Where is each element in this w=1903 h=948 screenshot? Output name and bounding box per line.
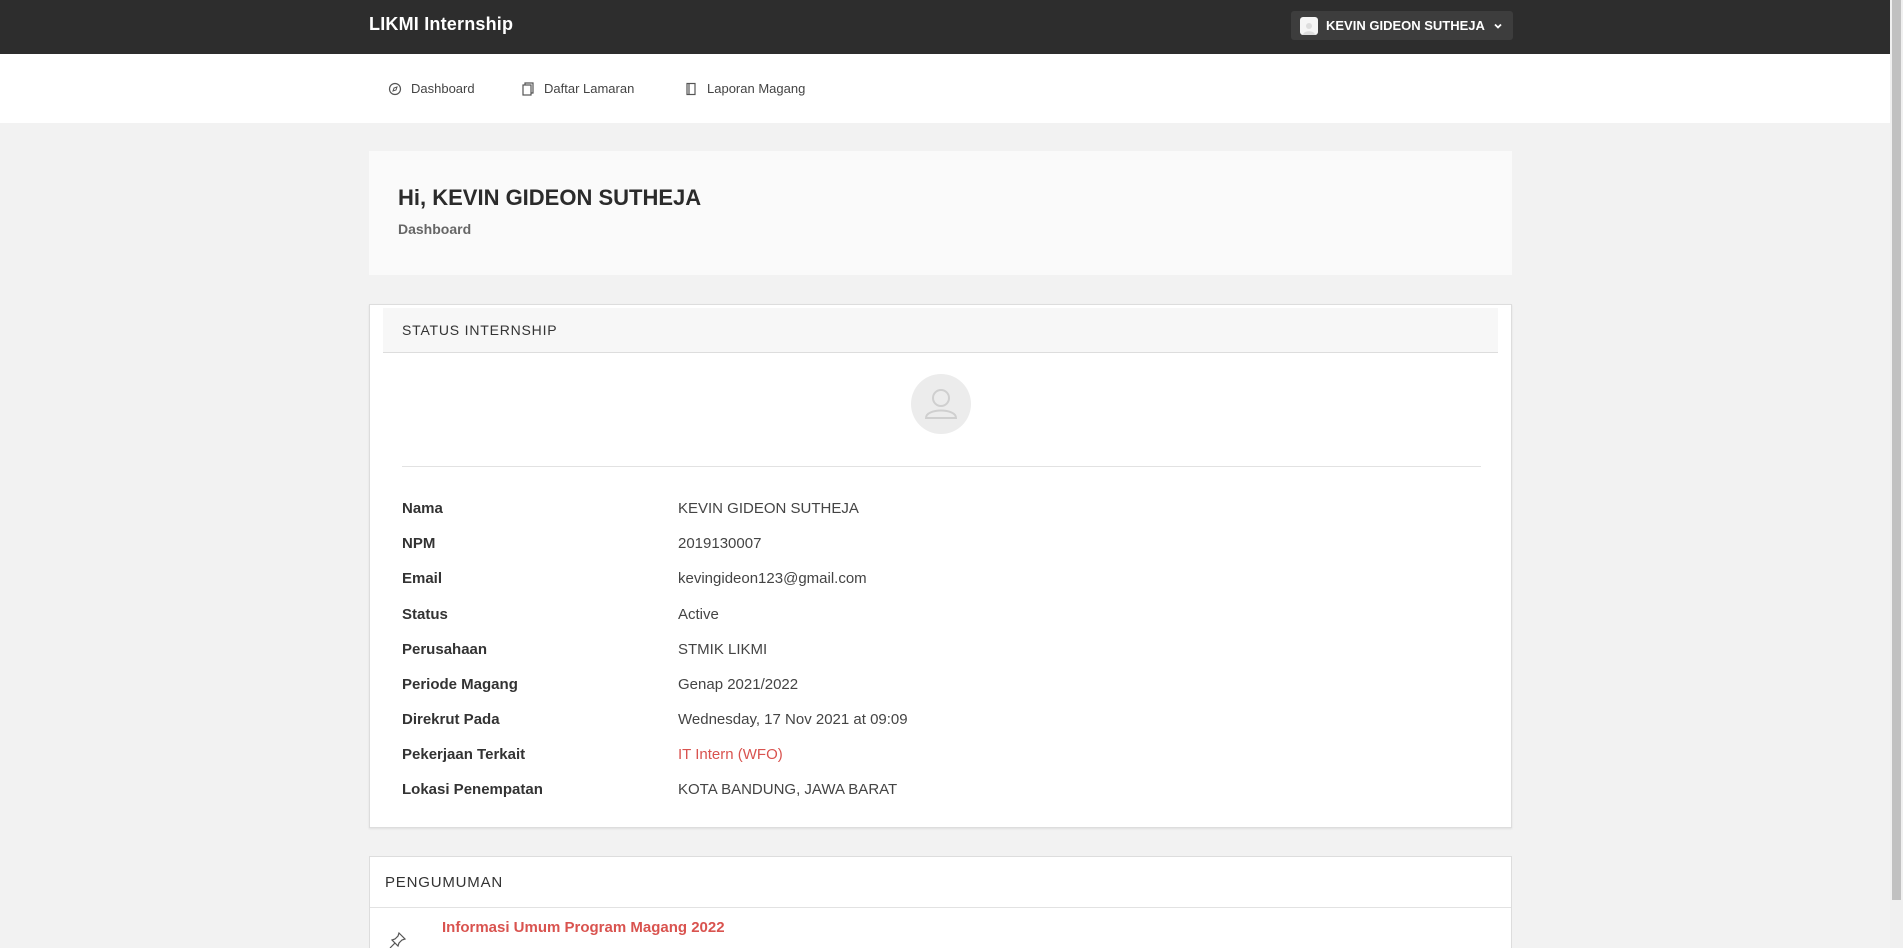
job-link[interactable]: IT Intern (WFO) [678, 746, 783, 763]
profile-avatar [911, 374, 971, 434]
field-value: Genap 2021/2022 [678, 676, 799, 693]
nav-item-dashboard[interactable]: Dashboard [388, 81, 475, 96]
field-label: Status [402, 606, 448, 623]
field-row-npm: NPM 2019130007 [402, 526, 1481, 561]
field-row-perusahaan: Perusahaan STMIK LIKMI [402, 632, 1481, 667]
field-row-status: Status Active [402, 597, 1481, 632]
welcome-header: Hi, KEVIN GIDEON SUTHEJA Dashboard [369, 151, 1512, 275]
field-label: Perusahaan [402, 641, 488, 658]
card-title: STATUS INTERNSHIP [383, 308, 1498, 353]
nav-item-label: Laporan Magang [707, 81, 806, 96]
field-value: KEVIN GIDEON SUTHEJA [678, 500, 859, 517]
compass-icon [388, 82, 402, 95]
divider [402, 466, 1481, 467]
top-bar: LIKMI Internship KEVIN GIDEON SUTHEJA [0, 0, 1890, 54]
field-label: Nama [402, 500, 443, 517]
pin-icon [389, 931, 407, 948]
field-label: NPM [402, 535, 436, 552]
field-label: Lokasi Penempatan [402, 781, 543, 798]
field-label: Direkrut Pada [402, 711, 500, 728]
nav-item-daftar-lamaran[interactable]: Daftar Lamaran [521, 81, 634, 96]
nav-item-label: Daftar Lamaran [544, 81, 635, 96]
user-avatar-icon [1300, 16, 1318, 35]
nav-item-label: Dashboard [411, 81, 475, 96]
card-title: PENGUMUMAN [370, 857, 1511, 908]
user-icon [924, 389, 958, 419]
field-value: STMIK LIKMI [678, 641, 768, 658]
page: LIKMI Internship KEVIN GIDEON SUTHEJA Da… [0, 0, 1890, 948]
field-row-pekerjaan-terkait: Pekerjaan Terkait IT Intern (WFO) [402, 737, 1481, 772]
field-row-lokasi-penempatan: Lokasi Penempatan KOTA BANDUNG, JAWA BAR… [402, 772, 1481, 807]
scrollbar-thumb[interactable] [1892, 0, 1901, 900]
field-value: Active [678, 606, 719, 623]
page-title: Hi, KEVIN GIDEON SUTHEJA [398, 185, 702, 210]
field-row-nama: Nama KEVIN GIDEON SUTHEJA [402, 491, 1481, 526]
breadcrumb: Dashboard [398, 221, 472, 237]
user-menu-button[interactable]: KEVIN GIDEON SUTHEJA [1291, 11, 1513, 40]
chevron-down-icon [1494, 23, 1502, 29]
field-value: KOTA BANDUNG, JAWA BARAT [678, 781, 898, 798]
announcements-card: PENGUMUMAN Informasi Umum Program Magang… [369, 856, 1512, 948]
brand-title[interactable]: LIKMI Internship [369, 14, 513, 35]
status-internship-card: STATUS INTERNSHIP Nama KEVIN GIDEON SUTH… [369, 304, 1512, 828]
nav-item-laporan-magang[interactable]: Laporan Magang [684, 81, 805, 96]
field-row-email: Email kevingideon123@gmail.com [402, 561, 1481, 596]
field-label: Email [402, 570, 443, 587]
user-menu-label: KEVIN GIDEON SUTHEJA [1326, 18, 1485, 33]
nav-bar: Dashboard Daftar Lamaran Laporan Magang [0, 54, 1890, 123]
vertical-scrollbar[interactable] [1890, 0, 1903, 948]
field-label: Pekerjaan Terkait [402, 746, 526, 763]
field-row-periode-magang: Periode Magang Genap 2021/2022 [402, 667, 1481, 702]
field-value: 2019130007 [678, 535, 762, 552]
book-icon [686, 82, 696, 95]
field-row-direkrut-pada: Direkrut Pada Wednesday, 17 Nov 2021 at … [402, 702, 1481, 737]
announcement-link[interactable]: Informasi Umum Program Magang 2022 [442, 919, 725, 936]
field-label: Periode Magang [402, 676, 518, 693]
documents-icon [522, 81, 534, 96]
field-value: kevingideon123@gmail.com [678, 570, 867, 587]
field-value: Wednesday, 17 Nov 2021 at 09:09 [678, 711, 908, 728]
